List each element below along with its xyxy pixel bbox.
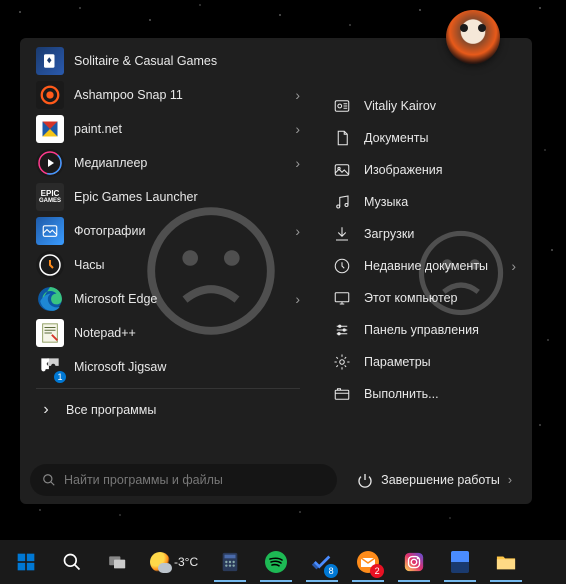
weather-icon: [150, 552, 170, 572]
chevron-right-icon: ›: [508, 473, 512, 487]
taskbar-instagram[interactable]: [392, 542, 436, 582]
taskbar-spotify[interactable]: [254, 542, 298, 582]
place-label: Изображения: [364, 163, 516, 177]
start-menu: Solitaire & Casual Games Ashampoo Snap 1…: [20, 38, 532, 504]
place-label: Загрузки: [364, 227, 516, 241]
all-programs-label: Все программы: [66, 403, 300, 417]
app-label: Фотографии: [74, 224, 289, 238]
place-recent[interactable]: Недавние документы ›: [322, 250, 526, 282]
app-label: Solitaire & Casual Games: [74, 54, 300, 68]
place-label: Панель управления: [364, 323, 516, 337]
place-documents[interactable]: Документы: [322, 122, 526, 154]
app-jigsaw[interactable]: 1Microsoft Jigsaw: [26, 350, 310, 384]
badge: 8: [324, 564, 338, 578]
shutdown-label: Завершение работы: [381, 473, 500, 487]
place-pictures[interactable]: Изображения: [322, 154, 526, 186]
place-label: Выполнить...: [364, 387, 516, 401]
app-ashampoo[interactable]: Ashampoo Snap 11 ›: [26, 78, 310, 112]
app-label: Часы: [74, 258, 300, 272]
chevron-right-icon: ›: [43, 401, 48, 419]
app-solitaire[interactable]: Solitaire & Casual Games: [26, 44, 310, 78]
app-label: Epic Games Launcher: [74, 190, 300, 204]
search-placeholder: Найти программы и файлы: [64, 473, 223, 487]
app-clock[interactable]: Часы: [26, 248, 310, 282]
separator: [36, 388, 300, 389]
all-programs[interactable]: › Все программы: [26, 393, 310, 427]
chevron-right-icon: ›: [295, 87, 300, 103]
app-label: Notepad++: [74, 326, 300, 340]
taskbar: -3°C 8 2: [0, 540, 566, 584]
chevron-right-icon: ›: [511, 258, 516, 274]
taskbar-todo[interactable]: 8: [300, 542, 344, 582]
app-notepadpp[interactable]: Notepad++: [26, 316, 310, 350]
chevron-right-icon: ›: [295, 155, 300, 171]
place-downloads[interactable]: Загрузки: [322, 218, 526, 250]
place-label: Недавние документы: [364, 259, 505, 273]
place-label: Vitaliy Kairov: [364, 99, 516, 113]
search-input[interactable]: Найти программы и файлы: [30, 464, 337, 496]
app-label: Microsoft Edge: [74, 292, 289, 306]
places-list: Vitaliy Kairov Документы Изображения Муз…: [316, 38, 532, 456]
shutdown-button[interactable]: Завершение работы ›: [347, 472, 522, 488]
weather-temp: -3°C: [174, 555, 198, 569]
app-label: Ashampoo Snap 11: [74, 88, 289, 102]
app-photos[interactable]: Фотографии ›: [26, 214, 310, 248]
search-icon: [42, 473, 56, 487]
app-label: paint.net: [74, 122, 289, 136]
taskbar-explorer[interactable]: [484, 542, 528, 582]
app-label: Медиаплеер: [74, 156, 289, 170]
apps-list: Solitaire & Casual Games Ashampoo Snap 1…: [20, 38, 316, 456]
taskbar-app[interactable]: [438, 542, 482, 582]
place-label: Музыка: [364, 195, 516, 209]
start-footer: Найти программы и файлы Завершение работ…: [20, 456, 532, 504]
taskbar-calculator[interactable]: [208, 542, 252, 582]
app-mediaplayer[interactable]: Медиаплеер ›: [26, 146, 310, 180]
place-run[interactable]: Выполнить...: [322, 378, 526, 410]
place-music[interactable]: Музыка: [322, 186, 526, 218]
user-avatar[interactable]: [446, 10, 500, 64]
place-label: Документы: [364, 131, 516, 145]
place-label: Параметры: [364, 355, 516, 369]
place-settings[interactable]: Параметры: [322, 346, 526, 378]
taskbar-search[interactable]: [50, 542, 94, 582]
place-label: Этот компьютер: [364, 291, 516, 305]
taskbar-weather[interactable]: -3°C: [142, 552, 206, 572]
start-button[interactable]: [4, 542, 48, 582]
taskbar-mail[interactable]: 2: [346, 542, 390, 582]
badge: 2: [370, 564, 384, 578]
place-user[interactable]: Vitaliy Kairov: [322, 90, 526, 122]
app-edge[interactable]: Microsoft Edge ›: [26, 282, 310, 316]
chevron-right-icon: ›: [295, 121, 300, 137]
place-control[interactable]: Панель управления: [322, 314, 526, 346]
power-icon: [357, 472, 373, 488]
chevron-right-icon: ›: [295, 291, 300, 307]
place-thispc[interactable]: Этот компьютер: [322, 282, 526, 314]
task-view[interactable]: [96, 542, 140, 582]
app-epic[interactable]: EPICGAMESEpic Games Launcher: [26, 180, 310, 214]
chevron-right-icon: ›: [295, 223, 300, 239]
app-label: Microsoft Jigsaw: [74, 360, 300, 374]
app-paintnet[interactable]: paint.net ›: [26, 112, 310, 146]
